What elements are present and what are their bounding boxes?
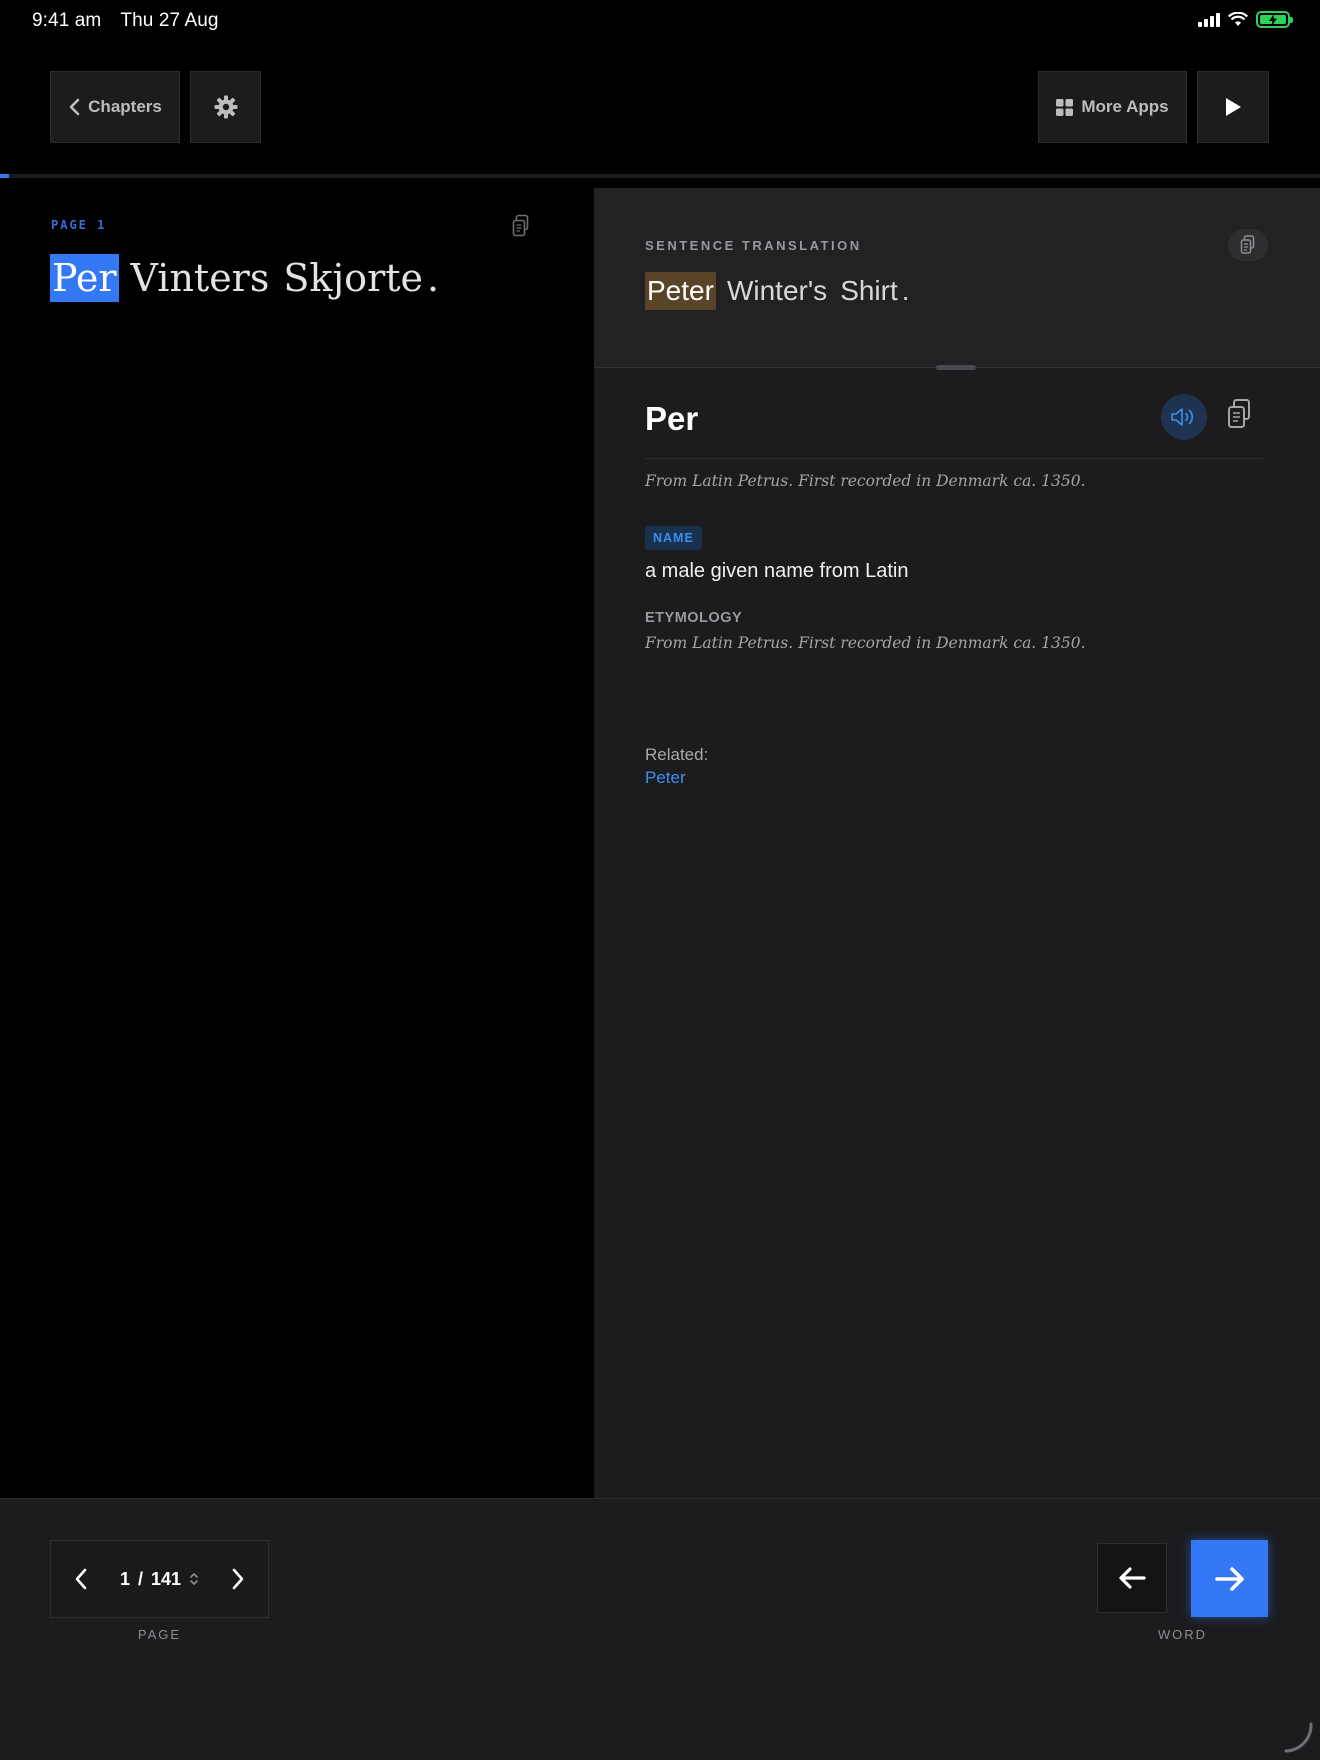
copy-page-button[interactable]	[510, 214, 532, 243]
status-time-date: 9:41 am Thu 27 Aug	[32, 10, 233, 32]
source-word[interactable]: Skjorte	[281, 254, 425, 302]
source-punctuation: .	[427, 256, 440, 300]
more-apps-button[interactable]: More Apps	[1038, 71, 1187, 143]
source-word[interactable]: Vinters	[129, 254, 272, 302]
cellular-signal-icon	[1198, 12, 1220, 27]
previous-word-button[interactable]	[1097, 1543, 1167, 1613]
sentence-translation-panel: SENTENCE TRANSLATION Peter Winter's Shir…	[594, 188, 1320, 370]
grid-icon	[1056, 98, 1074, 116]
etymology-summary: From Latin Petrus. First recorded in Den…	[645, 472, 1086, 490]
source-word-selected[interactable]: Per	[50, 254, 119, 302]
settings-button[interactable]	[190, 71, 261, 143]
headword: Per	[645, 400, 699, 437]
play-icon	[1226, 98, 1241, 116]
etymology-text: From Latin Petrus. First recorded in Den…	[645, 634, 1086, 652]
battery-charging-icon	[1256, 11, 1293, 28]
source-sentence: Per Vinters Skjorte .	[50, 254, 441, 302]
copy-icon	[1228, 399, 1250, 428]
chevron-right-icon	[232, 1568, 244, 1590]
part-of-speech-badge: NAME	[645, 526, 702, 550]
chapters-label: Chapters	[88, 97, 162, 116]
translation-word: Shirt	[840, 275, 898, 306]
related-word-link[interactable]: Peter	[645, 768, 686, 788]
page-separator: /	[137, 1568, 143, 1589]
reading-progress-track	[0, 174, 1320, 178]
panel-drag-handle[interactable]	[936, 365, 976, 370]
translation-word-selected: Peter	[645, 272, 716, 310]
speaker-icon	[1171, 408, 1194, 426]
source-text-pane: PAGE 1 Per Vinters Skjorte .	[0, 188, 593, 1498]
chevron-left-icon	[69, 98, 80, 116]
translation-label: SENTENCE TRANSLATION	[645, 238, 862, 253]
translation-sentence: Peter Winter's Shirt .	[645, 272, 912, 310]
entry-divider	[645, 458, 1263, 459]
word-nav-label: WORD	[1157, 1627, 1208, 1642]
arrow-right-icon	[1214, 1566, 1244, 1591]
dictionary-pane: SENTENCE TRANSLATION Peter Winter's Shir…	[594, 188, 1320, 1498]
translation-punctuation: .	[901, 275, 910, 306]
copy-translation-button[interactable]	[1228, 229, 1268, 261]
wifi-icon	[1228, 12, 1248, 26]
next-page-button[interactable]	[208, 1540, 268, 1618]
previous-page-button[interactable]	[51, 1540, 111, 1618]
pronounce-button[interactable]	[1161, 394, 1207, 440]
status-indicators	[1198, 11, 1293, 28]
status-time: 9:41 am	[32, 10, 102, 31]
loading-spinner-icon	[1284, 1722, 1313, 1753]
arrow-left-icon	[1119, 1567, 1146, 1589]
page-nav-label: PAGE	[137, 1627, 182, 1642]
etymology-heading: ETYMOLOGY	[645, 610, 743, 626]
translation-word: Winter's	[726, 275, 828, 306]
total-pages: 141	[150, 1568, 182, 1589]
chevron-up-down-icon	[190, 1573, 198, 1585]
more-apps-label: More Apps	[1081, 97, 1169, 116]
copy-icon	[512, 214, 529, 237]
status-date: Thu 27 Aug	[120, 10, 219, 31]
chapters-button[interactable]: Chapters	[50, 71, 180, 143]
current-page: 1	[119, 1568, 130, 1589]
status-bar: 9:41 am Thu 27 Aug	[0, 0, 1320, 42]
gear-icon	[214, 95, 237, 119]
reading-progress-fill	[0, 174, 9, 178]
page-navigator: 1 / 141	[50, 1540, 269, 1618]
next-word-button[interactable]	[1191, 1540, 1268, 1617]
copy-entry-button[interactable]	[1225, 398, 1253, 435]
page-label: PAGE 1	[51, 218, 107, 232]
chevron-left-icon	[75, 1568, 87, 1590]
copy-icon	[1240, 235, 1255, 254]
bottom-navigation-bar: 1 / 141 PAGE WORD	[0, 1498, 1320, 1760]
play-button[interactable]	[1197, 71, 1269, 143]
page-selector[interactable]: 1 / 141	[111, 1569, 208, 1590]
definition-text: a male given name from Latin	[645, 560, 909, 582]
related-heading: Related:	[645, 745, 709, 764]
